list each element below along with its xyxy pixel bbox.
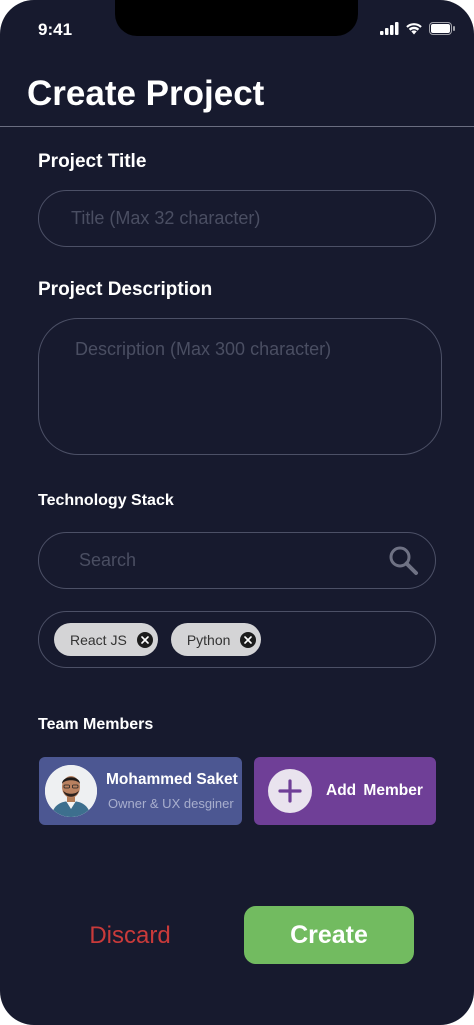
project-description-label: Project Description — [38, 279, 213, 300]
wifi-icon — [406, 23, 422, 35]
tech-chip: React JS — [54, 623, 158, 656]
technology-stack-label: Technology Stack — [38, 492, 174, 509]
discard-button[interactable]: Discard — [60, 910, 200, 962]
remove-chip-icon[interactable] — [136, 631, 153, 648]
create-button[interactable]: Create — [244, 906, 414, 964]
tech-chip-label: React JS — [70, 631, 127, 648]
page-title: Create Project — [27, 74, 265, 113]
member-role: Owner & UX desginer — [108, 796, 234, 811]
tech-chips-box: React JS Python — [38, 611, 436, 668]
project-title-label: Project Title — [38, 151, 147, 172]
phone-screen: 9:41 Create Project Project Title Projec… — [0, 0, 474, 1025]
remove-chip-icon[interactable] — [240, 631, 257, 648]
project-description-input[interactable] — [38, 318, 442, 455]
tech-search-input[interactable] — [38, 532, 436, 589]
add-member-button[interactable]: Add Member — [254, 757, 436, 825]
status-icons — [380, 22, 456, 35]
notch — [115, 0, 358, 36]
tech-chip-label: Python — [186, 631, 231, 648]
cellular-signal-icon — [380, 22, 399, 35]
status-time: 9:41 — [38, 20, 73, 39]
plus-icon — [268, 769, 312, 813]
header-divider — [0, 126, 474, 127]
project-title-input[interactable] — [38, 190, 436, 247]
add-member-label: Add Member — [326, 782, 423, 799]
tech-chip: Python — [170, 623, 262, 656]
avatar — [45, 765, 97, 817]
battery-icon — [429, 22, 455, 35]
search-icon[interactable] — [387, 544, 419, 576]
member-name: Mohammed Saket — [106, 771, 238, 788]
member-card[interactable]: Mohammed Saket Owner & UX desginer — [39, 757, 242, 825]
team-members-label: Team Members — [38, 716, 154, 733]
